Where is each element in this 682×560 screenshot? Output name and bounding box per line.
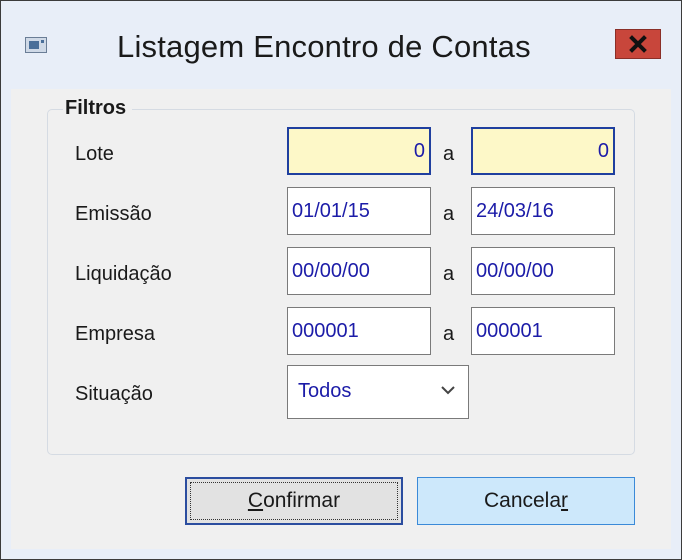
empresa-label: Empresa [75,323,156,345]
empresa-separator: a [443,323,455,345]
lote-to-input[interactable]: 0 [471,127,615,175]
liquidacao-from-input[interactable]: 00/00/00 [287,247,431,295]
lote-label: Lote [75,143,114,165]
dialog-window: Listagem Encontro de Contas Filtros Lote… [0,0,682,560]
cancel-button[interactable]: Cancelar [417,477,635,525]
dialog-title: Listagem Encontro de Contas [117,29,531,64]
close-icon [629,35,647,53]
confirm-label-rest: onfirmar [263,489,341,512]
close-button[interactable] [615,29,661,59]
app-window-icon [25,37,47,53]
filters-legend: Filtros [63,97,133,120]
lote-from-input[interactable]: 0 [287,127,431,175]
chevron-down-icon [441,386,455,395]
confirm-mnemonic: C [247,489,264,512]
title-bar[interactable]: Listagem Encontro de Contas [1,1,681,89]
situacao-value: Todos [298,380,352,402]
empresa-to-input[interactable]: 000001 [471,307,615,355]
situacao-select[interactable]: Todos [287,365,469,419]
liquidacao-separator: a [443,263,455,285]
liquidacao-to-input[interactable]: 00/00/00 [471,247,615,295]
emissao-separator: a [443,203,455,225]
empresa-from-input[interactable]: 000001 [287,307,431,355]
situacao-label: Situação [75,383,153,405]
emissao-label: Emissão [75,203,152,225]
emissao-to-input[interactable]: 24/03/16 [471,187,615,235]
confirm-button[interactable]: Confirmar [185,477,403,525]
lote-separator: a [443,143,455,165]
emissao-from-input[interactable]: 01/01/15 [287,187,431,235]
cancel-mnemonic: r [561,489,569,512]
dialog-body: Filtros Lote 0 a 0 Emissão 01/01/15 a 24… [11,89,671,549]
liquidacao-label: Liquidação [75,263,172,285]
cancel-label-prefix: Cancela [483,489,562,512]
